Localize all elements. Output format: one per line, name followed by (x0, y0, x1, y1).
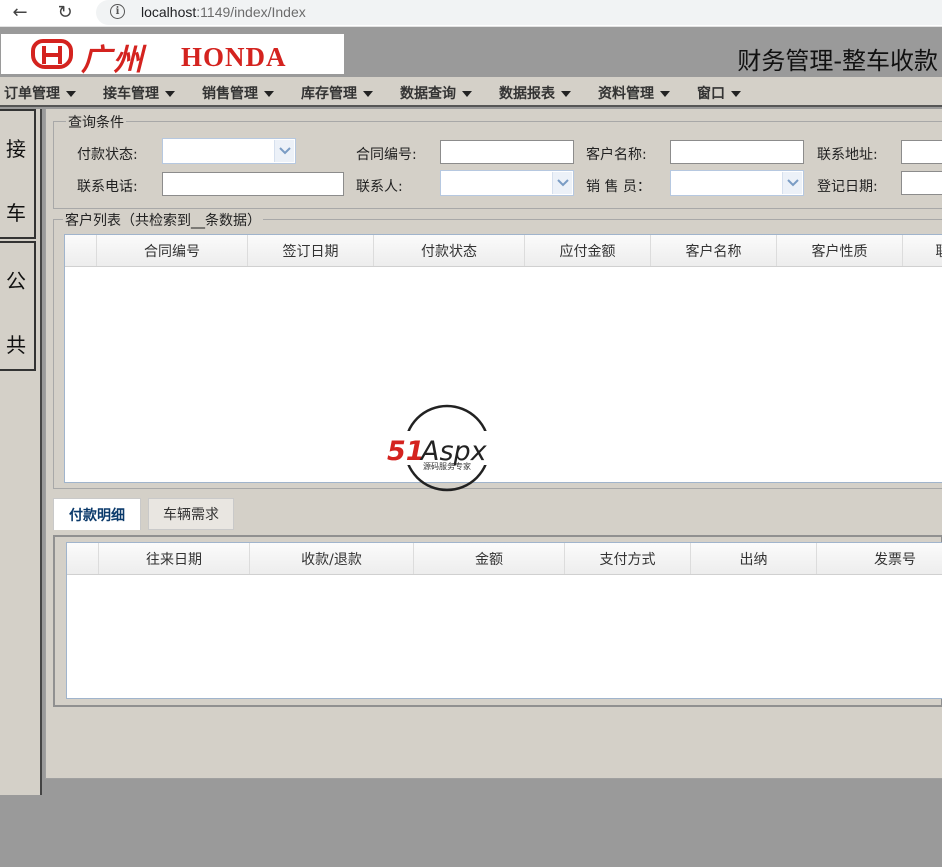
honda-emblem-icon (31, 39, 73, 69)
column-header[interactable]: 联 (903, 235, 942, 266)
info-icon[interactable]: i (110, 4, 125, 19)
rail-tab-char: 公 (6, 269, 26, 293)
customer-name-label: 客户名称: (586, 147, 647, 163)
column-header[interactable]: 签订日期 (248, 235, 374, 266)
contact-label: 联系人: (356, 179, 403, 195)
menu-window[interactable]: 窗口 (697, 83, 741, 103)
tab-vehicle-demand[interactable]: 车辆需求 (148, 498, 234, 530)
caret-down-icon (731, 91, 741, 97)
caret-down-icon (561, 91, 571, 97)
app-header: 广州 HONDA 财务管理-整车收款 (0, 31, 942, 78)
reg-date-input[interactable] (901, 171, 942, 195)
column-header[interactable]: 付款状态 (374, 235, 525, 266)
chevron-down-icon[interactable] (552, 172, 572, 194)
caret-down-icon (66, 91, 76, 97)
chevron-down-icon[interactable] (782, 172, 802, 194)
column-header[interactable]: 金额 (414, 543, 565, 574)
contract-no-label: 合同编号: (356, 147, 417, 163)
logo-en-text: HONDA (181, 42, 287, 72)
menu-pickup-label: 接车管理 (103, 86, 159, 102)
page-title: 财务管理-整车收款 (737, 47, 938, 75)
column-header[interactable]: 客户名称 (651, 235, 777, 266)
phone-label: 联系电话: (77, 179, 138, 195)
menubar: 订单管理 接车管理 销售管理 库存管理 数据查询 数据报表 资料管理 窗口 (0, 77, 942, 107)
address-label: 联系地址: (817, 147, 878, 163)
menu-inventory-label: 库存管理 (301, 86, 357, 102)
phone-input[interactable] (162, 172, 344, 196)
menu-query[interactable]: 数据查询 (400, 83, 472, 103)
menu-reports[interactable]: 数据报表 (499, 83, 571, 103)
salesperson-label: 销 售 员： (586, 179, 651, 195)
menu-data[interactable]: 资料管理 (598, 83, 670, 103)
pay-status-select[interactable] (162, 138, 296, 164)
caret-down-icon (264, 91, 274, 97)
tab-payment-detail[interactable]: 付款明细 (53, 498, 141, 530)
query-legend: 查询条件 (66, 112, 126, 132)
column-header[interactable]: 支付方式 (565, 543, 691, 574)
menu-sales[interactable]: 销售管理 (202, 83, 274, 103)
watermark-logo: 51 Aspx 源码服务专家 51Aspx (387, 403, 511, 493)
rail-tab-char: 接 (6, 137, 26, 161)
payment-detail-panel: 往来日期 收款/退款 金额 支付方式 出纳 发票号 (53, 535, 942, 707)
row-number-header (67, 543, 99, 574)
column-header[interactable]: 合同编号 (97, 235, 248, 266)
honda-logo: 广州 HONDA (1, 34, 344, 78)
customer-list-legend: 客户列表（共检索到__条数据） (63, 210, 263, 230)
left-rail: 接 车 公 共 (0, 109, 42, 795)
rail-tab-char: 车 (6, 201, 26, 225)
url-path: :1149/index/Index (196, 4, 306, 20)
payment-grid: 往来日期 收款/退款 金额 支付方式 出纳 发票号 (66, 542, 942, 699)
chevron-down-icon[interactable] (274, 140, 294, 162)
column-header[interactable]: 客户性质 (777, 235, 903, 266)
reload-icon[interactable]: ↻ (54, 2, 76, 24)
menu-sales-label: 销售管理 (202, 86, 258, 102)
menu-query-label: 数据查询 (400, 86, 456, 102)
salesperson-select[interactable] (670, 170, 804, 196)
menu-data-label: 资料管理 (598, 86, 654, 102)
browser-toolbar: ← ↻ i localhost:1149/index/Index (0, 0, 942, 27)
contract-no-input[interactable] (440, 140, 574, 164)
menu-pickup[interactable]: 接车管理 (103, 83, 175, 103)
column-header[interactable]: 收款/退款 (250, 543, 414, 574)
address-bar[interactable]: i localhost:1149/index/Index (96, 0, 942, 25)
customer-grid-header: 合同编号 签订日期 付款状态 应付金额 客户名称 客户性质 联 (65, 235, 942, 267)
payment-grid-header: 往来日期 收款/退款 金额 支付方式 出纳 发票号 (67, 543, 942, 575)
back-arrow-icon[interactable]: ← (9, 2, 31, 24)
pay-status-label: 付款状态: (77, 147, 138, 163)
url-text[interactable]: localhost:1149/index/Index (141, 4, 306, 20)
logo-cn-text: 广州 (81, 43, 145, 78)
address-input[interactable] (901, 140, 942, 164)
menu-reports-label: 数据报表 (499, 86, 555, 102)
rail-tab-pickup[interactable]: 接 车 (0, 109, 36, 239)
url-host: localhost (141, 4, 197, 20)
row-number-header (65, 235, 97, 266)
menu-order-label: 订单管理 (4, 86, 60, 102)
column-header[interactable]: 应付金额 (525, 235, 651, 266)
watermark-tagline: 源码服务专家 (423, 461, 471, 471)
watermark-brand: 51Aspx (389, 421, 393, 424)
caret-down-icon (462, 91, 472, 97)
caret-down-icon (165, 91, 175, 97)
column-header[interactable]: 往来日期 (99, 543, 250, 574)
menu-order[interactable]: 订单管理 (4, 83, 76, 103)
customer-name-input[interactable] (670, 140, 804, 164)
column-header[interactable]: 发票号 (817, 543, 942, 574)
rail-tab-char: 共 (6, 333, 26, 357)
menu-window-label: 窗口 (697, 86, 725, 102)
svg-text:51: 51 (387, 436, 425, 467)
caret-down-icon (363, 91, 373, 97)
menu-inventory[interactable]: 库存管理 (301, 83, 373, 103)
column-header[interactable]: 出纳 (691, 543, 817, 574)
rail-tab-common[interactable]: 公 共 (0, 241, 36, 371)
caret-down-icon (660, 91, 670, 97)
reg-date-label: 登记日期: (817, 179, 878, 195)
contact-select[interactable] (440, 170, 574, 196)
